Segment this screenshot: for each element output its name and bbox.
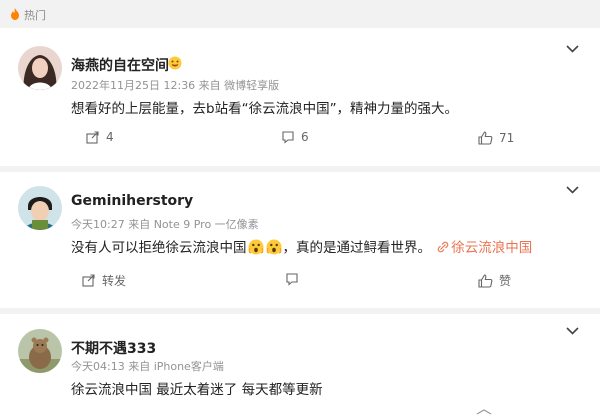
avatar[interactable]	[18, 186, 62, 230]
comment-text-start: 没有人可以拒绝徐云流浪中国	[71, 240, 247, 256]
thumbs-up-icon	[478, 273, 493, 288]
comment-card: Geminiherstory 今天10:27 来自 Note 9 Pro 一亿像…	[0, 172, 600, 308]
share-count: 4	[106, 130, 114, 144]
section-header: 热门	[0, 0, 600, 28]
topic-link-icon	[437, 241, 449, 253]
comment-text: 想看好的上层能量，去b站看“徐云流浪中国”，精神力量的强大。	[71, 101, 459, 117]
surprised-emoji-icon	[248, 239, 263, 255]
share-button[interactable]: 转发	[82, 272, 126, 289]
share-icon	[82, 274, 95, 287]
topic-link[interactable]: 徐云流浪中国	[435, 240, 532, 256]
comment-text-end: ，真的是通过鲟看世界。	[282, 240, 432, 256]
like-button[interactable]: 71	[478, 131, 514, 145]
topic-text: 徐云流浪中国	[451, 240, 533, 256]
share-button[interactable]: 4	[86, 130, 114, 144]
chevron-down-icon[interactable]	[566, 186, 579, 194]
like-count: 71	[499, 131, 515, 145]
comment-meta: 今天10:27 来自 Note 9 Pro 一亿像素	[71, 218, 259, 231]
thumbs-up-icon	[478, 131, 493, 145]
comment-meta: 今天04:13 来自 iPhone客户端	[71, 360, 224, 373]
comment-icon	[282, 131, 294, 144]
comment-card: 海燕的自在空间 2022年11月25日 12:36 来自 微博轻享版 想看好的上…	[0, 28, 600, 166]
share-icon	[86, 130, 99, 144]
avatar[interactable]	[18, 329, 62, 373]
comment-meta: 2022年11月25日 12:36 来自 微博轻享版	[71, 79, 280, 92]
comment-count: 6	[301, 130, 309, 144]
like-label: 赞	[499, 274, 512, 288]
emoji-icon	[168, 56, 182, 70]
surprised-emoji-icon	[266, 239, 281, 255]
username[interactable]: 海燕的自在空间	[71, 55, 169, 75]
comment-text: 徐云流浪中国 最近太着迷了 每天都等更新	[71, 382, 323, 398]
chevron-up-icon[interactable]	[476, 409, 492, 415]
avatar[interactable]	[18, 46, 62, 90]
chevron-down-icon[interactable]	[566, 45, 579, 53]
comment-text: 没有人可以拒绝徐云流浪中国 ，真的是通过鲟看世界。 徐云流浪中国	[71, 236, 532, 256]
username[interactable]: Geminiherstory	[71, 193, 193, 209]
chevron-down-icon[interactable]	[566, 327, 579, 335]
username[interactable]: 不期不遇333	[71, 338, 156, 358]
comment-button[interactable]: 6	[281, 130, 309, 144]
flame-icon	[11, 8, 19, 20]
share-label: 转发	[102, 274, 127, 288]
comment-button[interactable]	[285, 272, 299, 286]
comment-card: 不期不遇333 今天04:13 来自 iPhone客户端 徐云流浪中国 最近太着…	[0, 314, 600, 415]
like-button[interactable]: 赞	[478, 272, 511, 289]
section-title: 热门	[24, 9, 46, 22]
comment-icon	[286, 273, 298, 286]
